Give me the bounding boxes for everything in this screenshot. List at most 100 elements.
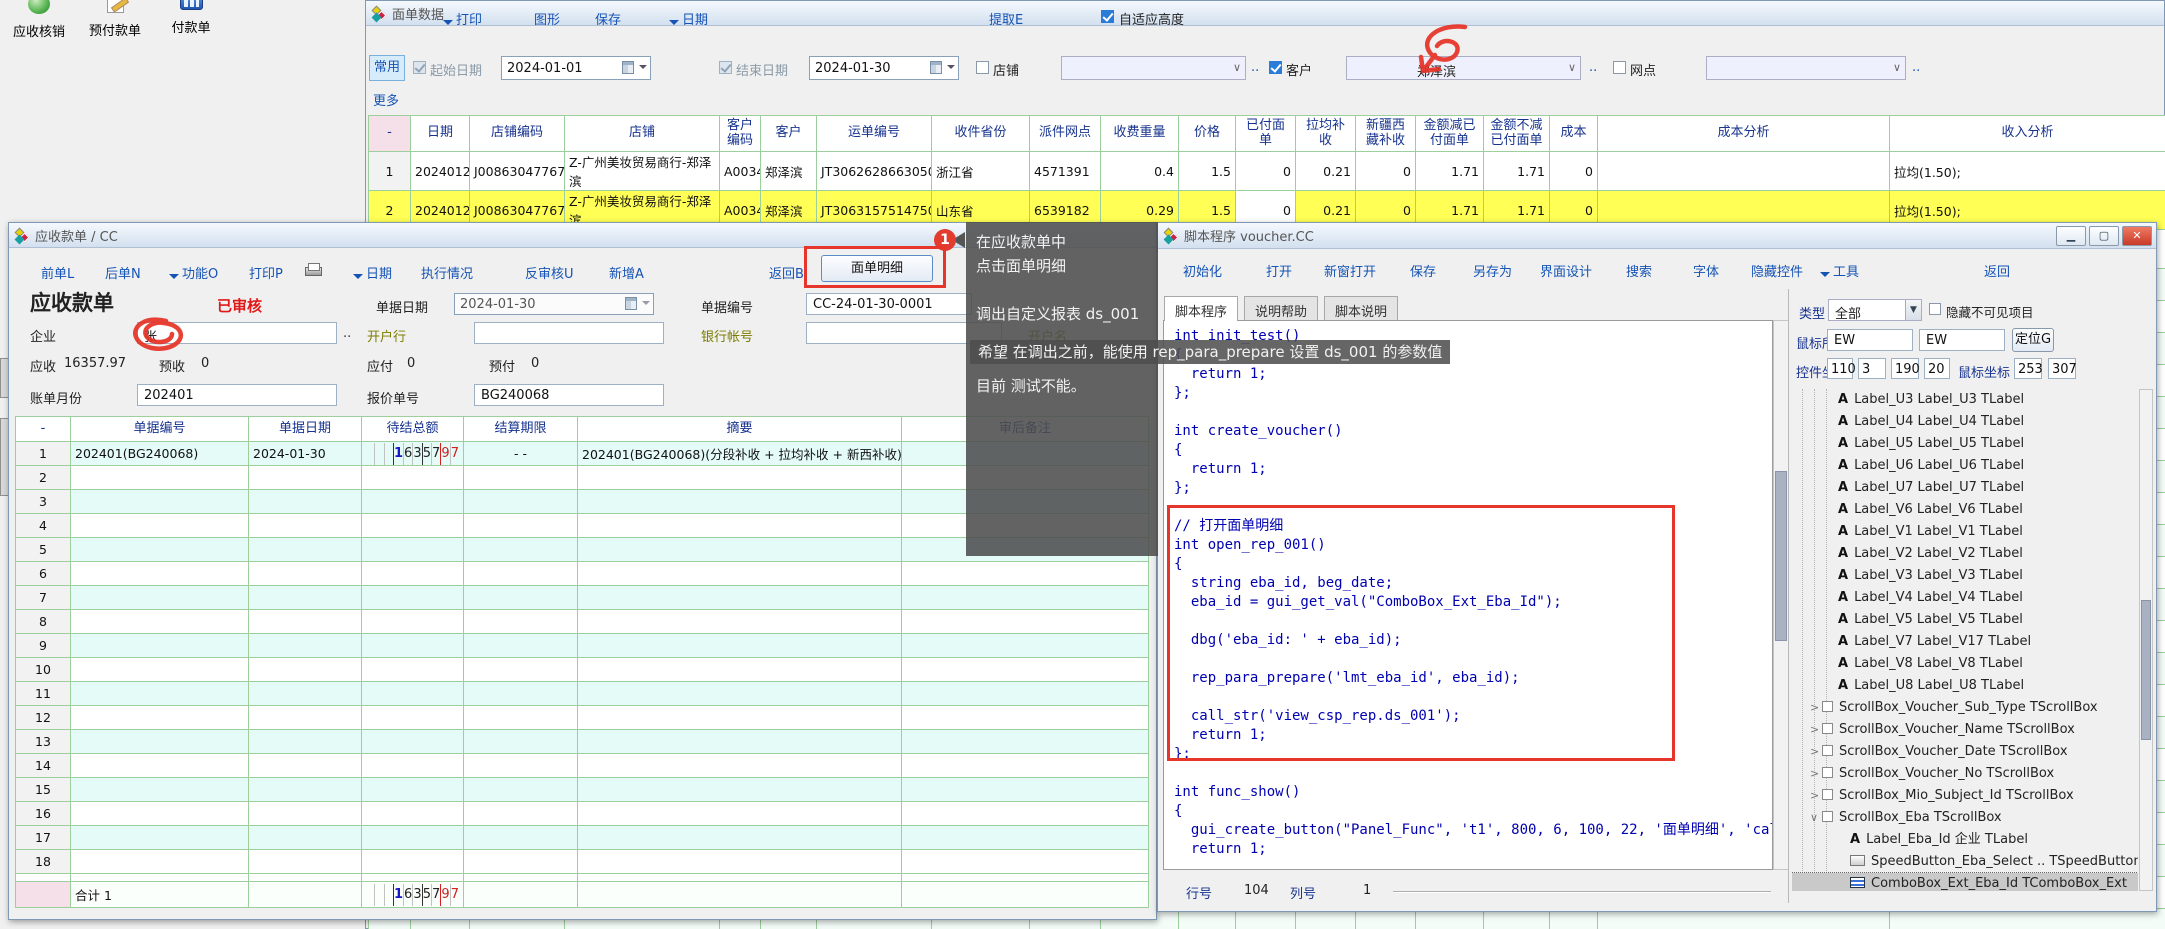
cell[interactable] bbox=[578, 490, 902, 514]
scrollbar-thumb[interactable] bbox=[2141, 600, 2151, 740]
graph-button[interactable]: 图形 bbox=[534, 9, 560, 28]
amount-cell[interactable] bbox=[362, 634, 464, 658]
mouse-over-field-2[interactable]: EW bbox=[1919, 329, 2005, 351]
tree-item[interactable]: ALabel_V7 Label_V17 TLabel bbox=[1792, 631, 2138, 653]
tree-item[interactable]: ALabel_V5 Label_V5 TLabel bbox=[1792, 609, 2138, 631]
print-menu[interactable]: 打印P bbox=[249, 263, 283, 282]
tab-help[interactable]: 说明帮助 bbox=[1244, 296, 1318, 321]
cell[interactable]: 郑泽滨 bbox=[761, 152, 817, 191]
end-date-checkbox[interactable] bbox=[719, 61, 732, 74]
amount-cell[interactable] bbox=[362, 778, 464, 802]
cell[interactable]: 0.21 bbox=[1296, 152, 1356, 191]
header-cell[interactable]: 收入分析 bbox=[1890, 116, 2165, 152]
cell[interactable] bbox=[902, 826, 1149, 850]
cell[interactable]: A0034 bbox=[720, 152, 761, 191]
cell[interactable]: 2024-01-30 bbox=[249, 442, 362, 466]
cell[interactable] bbox=[249, 466, 362, 490]
more-link[interactable]: 更多 bbox=[373, 90, 399, 109]
cell[interactable] bbox=[71, 706, 249, 730]
cell[interactable] bbox=[902, 682, 1149, 706]
hide-invisible-checkbox[interactable] bbox=[1929, 303, 1941, 315]
cell[interactable] bbox=[464, 538, 578, 562]
tree-item[interactable]: ComboBox_Ext_Eba_Id TComboBox_Ext bbox=[1792, 873, 2138, 891]
table-row[interactable]: 15 bbox=[16, 778, 1149, 802]
amount-cell[interactable] bbox=[362, 490, 464, 514]
cell[interactable] bbox=[902, 754, 1149, 778]
extract-button[interactable]: 提取E bbox=[989, 9, 1023, 28]
cell[interactable]: Z-广州美妆贸易商行-郑泽滨 bbox=[565, 152, 720, 191]
tab-common[interactable]: 常用 bbox=[369, 55, 405, 81]
cell[interactable] bbox=[902, 850, 1149, 874]
table-row[interactable]: 10 bbox=[16, 658, 1149, 682]
control-h-field[interactable]: 20 bbox=[1924, 358, 1950, 379]
execution-status-link[interactable]: 执行情况 bbox=[421, 263, 473, 282]
cell[interactable] bbox=[71, 826, 249, 850]
ui-design-button[interactable]: 界面设计 bbox=[1540, 261, 1592, 280]
tab-script-notes[interactable]: 脚本说明 bbox=[1324, 296, 1398, 321]
cell[interactable] bbox=[71, 778, 249, 802]
cell[interactable]: 16 bbox=[16, 802, 71, 826]
cell[interactable] bbox=[578, 754, 902, 778]
cell[interactable] bbox=[578, 610, 902, 634]
cell[interactable]: 1 bbox=[369, 152, 411, 191]
tree-item[interactable]: ALabel_V4 Label_V4 TLabel bbox=[1792, 587, 2138, 609]
table-row[interactable]: 7 bbox=[16, 586, 1149, 610]
return-button[interactable]: 返回B bbox=[769, 263, 804, 282]
table-row[interactable]: 16 bbox=[16, 802, 1149, 826]
control-w-field[interactable]: 190 bbox=[1891, 358, 1919, 379]
cell[interactable] bbox=[464, 778, 578, 802]
tree-scrollbar[interactable] bbox=[2139, 389, 2153, 891]
cell[interactable]: 2 bbox=[16, 466, 71, 490]
amount-cell[interactable] bbox=[362, 538, 464, 562]
amount-cell[interactable] bbox=[362, 466, 464, 490]
cell[interactable] bbox=[71, 658, 249, 682]
control-y-field[interactable]: 3 bbox=[1858, 358, 1886, 379]
cell[interactable] bbox=[464, 490, 578, 514]
cell[interactable]: 1.71 bbox=[1416, 152, 1484, 191]
amount-cell[interactable] bbox=[362, 754, 464, 778]
shop-checkbox[interactable] bbox=[976, 61, 989, 74]
cell[interactable] bbox=[249, 610, 362, 634]
cell[interactable] bbox=[578, 826, 902, 850]
amount-cell[interactable] bbox=[362, 610, 464, 634]
cell[interactable]: 202401(BG240068)(分段补收 + 拉均补收 + 新西补收) bbox=[578, 442, 902, 466]
table-row[interactable]: 13 bbox=[16, 730, 1149, 754]
tree-item[interactable]: >ScrollBox_Voucher_Name TScrollBox bbox=[1792, 719, 2138, 741]
cell[interactable]: 拉均(1.50); bbox=[1890, 152, 2165, 191]
table-row[interactable]: 14 bbox=[16, 754, 1149, 778]
amount-cell[interactable] bbox=[362, 826, 464, 850]
amount-cell[interactable] bbox=[362, 682, 464, 706]
cell[interactable]: 4571391 bbox=[1030, 152, 1101, 191]
customer-more-dots[interactable]: .. bbox=[1589, 60, 1597, 75]
save-button[interactable]: 保存 bbox=[1410, 261, 1436, 280]
cell[interactable] bbox=[578, 514, 902, 538]
header-cell[interactable]: 收费重量 bbox=[1101, 116, 1179, 152]
cell[interactable] bbox=[902, 658, 1149, 682]
cell[interactable]: 14 bbox=[16, 754, 71, 778]
next-doc-button[interactable]: 后单N bbox=[105, 263, 141, 282]
table-row[interactable]: 8 bbox=[16, 610, 1149, 634]
cell[interactable] bbox=[902, 730, 1149, 754]
begin-date-checkbox[interactable] bbox=[413, 61, 426, 74]
cell[interactable] bbox=[902, 634, 1149, 658]
tools-menu[interactable]: 工具 bbox=[1820, 261, 1859, 280]
mouse-x-field[interactable]: 253 bbox=[2014, 358, 2042, 379]
cell[interactable] bbox=[71, 466, 249, 490]
locate-button[interactable]: 定位G bbox=[2012, 328, 2054, 352]
header-cell[interactable]: 店铺 bbox=[565, 116, 720, 152]
amount-cell[interactable] bbox=[362, 850, 464, 874]
cell[interactable] bbox=[71, 754, 249, 778]
cell[interactable] bbox=[902, 706, 1149, 730]
tree-item[interactable]: ∨ScrollBox_Eba TScrollBox bbox=[1792, 807, 2138, 829]
cell[interactable] bbox=[249, 706, 362, 730]
cell[interactable]: 9 bbox=[16, 634, 71, 658]
tab-script[interactable]: 脚本程序 bbox=[1164, 296, 1238, 321]
save-button[interactable]: 保存 bbox=[595, 9, 621, 28]
header-cell[interactable]: 客户 bbox=[761, 116, 817, 152]
tree-item[interactable]: ALabel_V2 Label_V2 TLabel bbox=[1792, 543, 2138, 565]
desktop-item-3[interactable]: 付款单 bbox=[158, 0, 224, 36]
tree-item[interactable]: >ScrollBox_Mio_Subject_Id TScrollBox bbox=[1792, 785, 2138, 807]
end-date-field[interactable]: 2024-01-30 bbox=[809, 56, 959, 80]
date-menu[interactable]: 日期 bbox=[353, 263, 392, 282]
cell[interactable]: 12 bbox=[16, 706, 71, 730]
